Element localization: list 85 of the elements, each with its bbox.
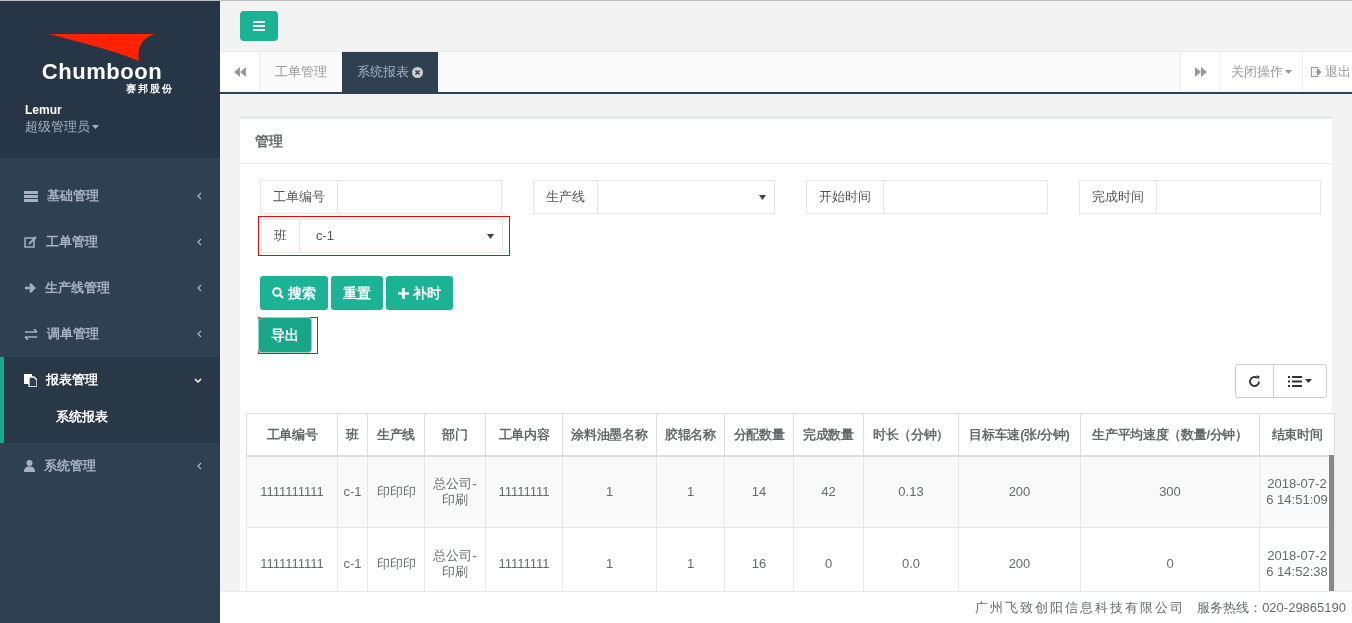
- arrow-icon: [24, 282, 36, 294]
- double-right-icon: [1194, 67, 1207, 77]
- logo-subtitle: 赛邦股份: [126, 83, 174, 95]
- column-header[interactable]: 生产线: [367, 413, 425, 456]
- list-icon: [24, 190, 38, 202]
- chevron-left-icon: [197, 284, 202, 292]
- table-cell: 14: [724, 455, 794, 528]
- logout-button[interactable]: 退出: [1302, 52, 1352, 92]
- table-cell: c-1: [337, 455, 368, 528]
- plus-icon: [398, 287, 409, 299]
- swap-icon: [24, 328, 38, 340]
- select-field[interactable]: [598, 180, 775, 214]
- column-header[interactable]: 工单编号: [246, 413, 338, 456]
- chevron-left-icon: [197, 192, 202, 200]
- chevron-left-icon: [197, 462, 202, 470]
- scroll-left-button[interactable]: [220, 52, 260, 92]
- tab[interactable]: 工单管理: [260, 52, 342, 92]
- caret-icon: [92, 125, 99, 129]
- chevron-left-icon: [197, 238, 202, 246]
- table-cell: 1: [656, 455, 725, 528]
- column-header[interactable]: 完成数量: [793, 413, 864, 456]
- sidebar-item[interactable]: 报表管理: [4, 357, 220, 403]
- field-label: 完成时间: [1079, 180, 1157, 214]
- logout-icon: [1311, 67, 1322, 77]
- field-label: 工单编号: [260, 180, 338, 214]
- column-header[interactable]: 部门: [424, 413, 486, 456]
- select-field[interactable]: c-1: [300, 219, 503, 253]
- close-icon[interactable]: [412, 66, 423, 78]
- close-operations-dropdown[interactable]: 关闭操作: [1220, 52, 1302, 92]
- caret-icon: [487, 233, 494, 239]
- table-cell: 印印印: [367, 455, 425, 528]
- sidebar-item[interactable]: 调单管理: [4, 311, 220, 357]
- caret-icon: [1285, 70, 1292, 74]
- caret-icon: [759, 194, 766, 200]
- column-header[interactable]: 胶辊名称: [656, 413, 725, 456]
- table-cell: 200: [958, 455, 1081, 528]
- sidebar-item[interactable]: 基础管理: [4, 173, 220, 219]
- input-field[interactable]: [338, 180, 502, 214]
- menu-icon: [253, 21, 265, 31]
- field-label: 开始时间: [806, 180, 884, 214]
- role-dropdown[interactable]: 超级管理员: [25, 118, 99, 136]
- table-cell: 300: [1080, 455, 1260, 528]
- table-cell: 总公司-印刷: [424, 455, 486, 528]
- table-cell: 1: [562, 455, 657, 528]
- column-header[interactable]: 涂料油墨名称: [562, 413, 657, 456]
- scrollbar-thumb[interactable]: [1329, 455, 1334, 591]
- logo-swoosh-icon: [49, 34, 155, 61]
- company-name: 广州飞致创阳信息科技有限公司: [975, 598, 1186, 617]
- column-header[interactable]: 时长（分钟）: [863, 413, 959, 456]
- sidebar-item[interactable]: 系统管理: [4, 443, 220, 489]
- column-header[interactable]: 工单内容: [485, 413, 563, 456]
- table-cell: 11111111: [485, 455, 563, 528]
- table-cell: 1111111111: [246, 455, 338, 528]
- search-icon: [272, 287, 284, 299]
- user-name: Lemur: [25, 102, 63, 118]
- field-label: 生产线: [533, 180, 598, 214]
- sidebar-subitem[interactable]: 系统报表: [4, 403, 220, 431]
- panel-title: 管理: [255, 131, 283, 151]
- menu-button[interactable]: [240, 11, 278, 41]
- chevron-down-icon: [194, 377, 202, 383]
- double-left-icon: [233, 67, 246, 77]
- logo-text: Chumboon: [41, 61, 163, 83]
- input-field[interactable]: [1157, 180, 1321, 214]
- table-cell: 42: [793, 455, 864, 528]
- edit-icon: [24, 236, 37, 248]
- document-icon: [24, 373, 37, 387]
- chevron-left-icon: [197, 330, 202, 338]
- column-header[interactable]: 目标车速(张/分钟): [958, 413, 1081, 456]
- column-header[interactable]: 班: [337, 413, 368, 456]
- table-cell: 0.13: [863, 455, 959, 528]
- column-header[interactable]: 结束时间: [1259, 413, 1335, 456]
- input-field[interactable]: [884, 180, 1048, 214]
- sidebar-item[interactable]: 生产线管理: [4, 265, 220, 311]
- user-icon: [24, 460, 35, 472]
- field-label: 班: [261, 219, 300, 253]
- column-header[interactable]: 分配数量: [724, 413, 794, 456]
- scroll-right-button[interactable]: [1180, 52, 1220, 92]
- sidebar-item[interactable]: 工单管理: [4, 219, 220, 265]
- refresh-icon: [1248, 374, 1261, 388]
- column-header[interactable]: 生产平均速度（数量/分钟）: [1080, 413, 1260, 456]
- tab[interactable]: 系统报表: [342, 52, 438, 92]
- list-icon: [1288, 375, 1302, 387]
- caret-icon: [1305, 379, 1312, 383]
- service-hotline: 服务热线：020-29865190: [1197, 598, 1346, 617]
- action-button[interactable]: 导出: [259, 318, 311, 352]
